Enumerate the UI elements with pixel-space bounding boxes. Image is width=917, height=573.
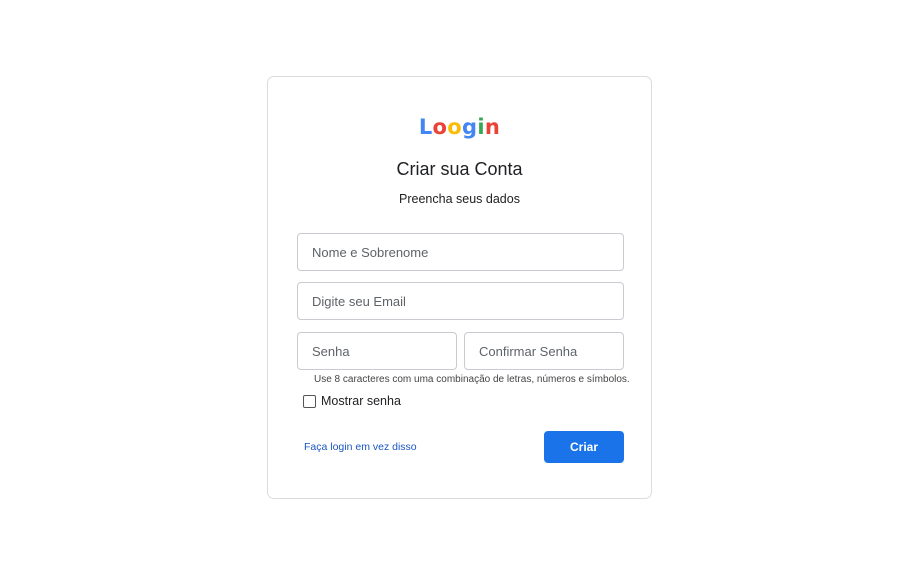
show-password-label: Mostrar senha	[321, 394, 401, 408]
logo-letter-o1: o	[432, 115, 448, 139]
app-logo: Loogin	[268, 115, 651, 139]
email-field[interactable]	[297, 282, 624, 320]
name-field[interactable]	[297, 233, 624, 271]
logo-letter-g: g	[462, 115, 478, 139]
create-button[interactable]: Criar	[544, 431, 624, 463]
logo-letter-i: i	[477, 115, 485, 139]
show-password-checkbox[interactable]	[303, 394, 316, 408]
show-password-toggle[interactable]: Mostrar senha	[303, 394, 401, 408]
confirm-password-field[interactable]	[464, 332, 624, 370]
email-input[interactable]	[298, 283, 623, 319]
name-input[interactable]	[298, 234, 623, 270]
page-subtitle: Preencha seus dados	[399, 192, 520, 206]
password-hint: Use 8 caracteres com uma combinação de l…	[314, 374, 630, 385]
logo-letter-l: L	[418, 115, 433, 139]
confirm-password-input[interactable]	[465, 333, 623, 369]
logo-letter-n: n	[484, 115, 501, 139]
password-field[interactable]	[297, 332, 457, 370]
page-title: Criar sua Conta	[396, 159, 523, 179]
login-instead-link[interactable]: Faça login em vez disso	[304, 441, 417, 453]
signup-card: Loogin Criar sua Conta Preencha seus dad…	[267, 76, 652, 499]
logo-letter-o2: o	[447, 115, 463, 139]
password-input[interactable]	[298, 333, 456, 369]
